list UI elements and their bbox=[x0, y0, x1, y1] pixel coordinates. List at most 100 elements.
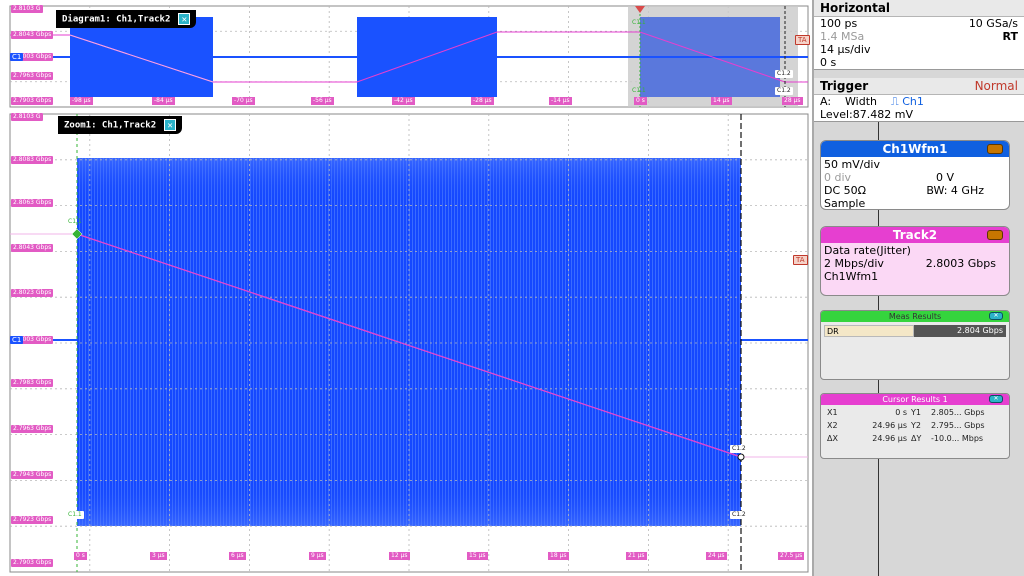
zoom-x-tick-9: 27.5 µs bbox=[778, 552, 804, 560]
overview-x-tick-2: -70 µs bbox=[232, 97, 255, 105]
zoom-y-tick-10: 2.7903 Gbps bbox=[11, 559, 53, 567]
ch1-card[interactable]: Ch1Wfm1 50 mV/div 0 div 0 V DC 50Ω BW: 4… bbox=[820, 140, 1010, 210]
trigger-source-prefix: A: bbox=[820, 95, 831, 108]
horizontal-sample-rate: 10 GSa/s bbox=[969, 17, 1018, 30]
zoom-y-tick-2: 2.8063 Gbps bbox=[11, 199, 53, 207]
cursor-x1-label: X1 bbox=[827, 408, 845, 417]
track2-card[interactable]: Track2 Data rate(Jitter) 2 Mbps/div 2.80… bbox=[820, 226, 1010, 296]
overview-cursor-label-3: C1.1 bbox=[630, 87, 648, 95]
overview-title[interactable]: Diagram1: Ch1,Track2 ✕ bbox=[56, 10, 196, 28]
horizontal-scale: 14 µs/div bbox=[820, 43, 870, 56]
zoom-x-tick-1: 3 µs bbox=[150, 552, 167, 560]
track2-card-header[interactable]: Track2 bbox=[821, 227, 1009, 243]
track2-card-title: Track2 bbox=[893, 228, 937, 242]
ch1-bandwidth: BW: 4 GHz bbox=[926, 184, 984, 197]
track2-source: Ch1Wfm1 bbox=[824, 270, 1006, 283]
zoom-x-tick-4: 12 µs bbox=[389, 552, 410, 560]
zoom-trigger-marker[interactable]: TA bbox=[793, 255, 808, 265]
ch1-menu-button[interactable] bbox=[987, 144, 1003, 154]
zoom-ch-marker[interactable]: C1 bbox=[10, 336, 23, 344]
overview-x-tick-4: -42 µs bbox=[392, 97, 415, 105]
ch1-acquisition: Sample bbox=[824, 197, 1006, 210]
ch1-coupling-row: DC 50Ω BW: 4 GHz bbox=[824, 184, 984, 197]
ch1-scale: 50 mV/div bbox=[824, 158, 1006, 171]
horizontal-row-3: 14 µs/div bbox=[814, 43, 1024, 56]
cursor-dx-label: ΔX bbox=[827, 434, 845, 443]
trigger-level: Level:87.482 mV bbox=[820, 108, 913, 121]
zoom-x-tick-0: 0 s bbox=[74, 552, 87, 560]
trigger-section[interactable]: Trigger Normal A: Width ⎍ Ch1 Level:87.4… bbox=[814, 78, 1024, 122]
track2-menu-button[interactable] bbox=[987, 230, 1003, 240]
horizontal-record-length: 1.4 MSa bbox=[820, 30, 864, 43]
ch1-card-header[interactable]: Ch1Wfm1 bbox=[821, 141, 1009, 157]
trigger-title: Trigger bbox=[820, 79, 868, 93]
cursor-dy-value: -10.0... Mbps bbox=[931, 434, 987, 443]
trigger-row-2: Level:87.482 mV bbox=[814, 108, 1024, 121]
zoom-y-tick-8: 2.7943 Gbps bbox=[11, 471, 53, 479]
overview-diagram[interactable]: Diagram1: Ch1,Track2✕ 2.8103 G2.8043 Gbp… bbox=[0, 0, 812, 112]
overview-x-tick-1: -84 µs bbox=[152, 97, 175, 105]
close-icon[interactable]: ✕ bbox=[989, 312, 1003, 320]
zoom-diagram[interactable]: Zoom1: Ch1,Track2✕ 2.8103 G2.8083 Gbps2.… bbox=[0, 112, 812, 576]
horizontal-row-4: 0 s bbox=[814, 56, 1024, 69]
overview-x-tick-8: 14 µs bbox=[711, 97, 732, 105]
horizontal-position: 0 s bbox=[820, 56, 836, 69]
cursor-results-header[interactable]: Cursor Results 1 ✕ bbox=[821, 394, 1009, 405]
right-panel: Horizontal 100 ps 10 GSa/s 1.4 MSa RT 14… bbox=[812, 0, 1024, 576]
zoom-y-tick-4: 2.8023 Gbps bbox=[11, 289, 53, 297]
zoom-y-tick-9: 2.7923 Gbps bbox=[11, 516, 53, 524]
overview-trigger-marker[interactable]: TA bbox=[795, 35, 810, 45]
horizontal-section[interactable]: Horizontal 100 ps 10 GSa/s 1.4 MSa RT 14… bbox=[814, 0, 1024, 70]
overview-x-tick-3: -56 µs bbox=[311, 97, 334, 105]
zoom-cursor-2-marker bbox=[738, 454, 744, 460]
zoom-cursor-label-2: C1.2 bbox=[730, 445, 748, 453]
zoom-x-tick-8: 24 µs bbox=[706, 552, 727, 560]
width-trigger-icon: ⎍ bbox=[891, 95, 902, 108]
horizontal-mode: RT bbox=[1003, 30, 1018, 43]
zoom-y-tick-3: 2.8043 Gbps bbox=[11, 244, 53, 252]
ch1-offset-div: 0 div bbox=[824, 171, 851, 184]
zoom-y-tick-6: 2.7983 Gbps bbox=[11, 379, 53, 387]
trigger-header: Trigger Normal bbox=[814, 78, 1024, 95]
ch1-card-body: 50 mV/div 0 div 0 V DC 50Ω BW: 4 GHz Sam… bbox=[821, 157, 1009, 210]
meas-result-value: 2.804 Gbps bbox=[914, 325, 1006, 337]
zoom-x-tick-3: 9 µs bbox=[309, 552, 326, 560]
overview-y-tick-3: 2.7963 Gbps bbox=[11, 72, 53, 80]
ch1-offset-row: 0 div 0 V bbox=[824, 171, 954, 184]
overview-cursor-label-1: C1.1 bbox=[630, 19, 648, 27]
cursor-y2-label: Y2 bbox=[911, 421, 927, 430]
track2-card-body: Data rate(Jitter) 2 Mbps/div 2.8003 Gbps… bbox=[821, 243, 1009, 284]
zoom-plot[interactable] bbox=[0, 112, 812, 576]
zoom-y-tick-7: 2.7963 Gbps bbox=[11, 425, 53, 433]
cursor-y1-label: Y1 bbox=[911, 408, 927, 417]
overview-title-label: Diagram1: Ch1,Track2 bbox=[62, 15, 170, 25]
overview-ch-marker[interactable]: C1 bbox=[10, 53, 23, 61]
meas-results-card[interactable]: Meas Results ✕ DR 2.804 Gbps bbox=[820, 310, 1010, 380]
close-icon[interactable]: ✕ bbox=[164, 119, 176, 131]
track2-scale-row: 2 Mbps/div 2.8003 Gbps bbox=[824, 257, 996, 270]
meas-results-title: Meas Results bbox=[889, 312, 941, 321]
close-icon[interactable]: ✕ bbox=[178, 13, 190, 25]
ch1-offset: 0 V bbox=[936, 171, 954, 184]
overview-cursor-label-2: C1.2 bbox=[775, 70, 793, 78]
ch1-coupling: DC 50Ω bbox=[824, 184, 866, 197]
close-icon[interactable]: ✕ bbox=[989, 395, 1003, 403]
zoom-title[interactable]: Zoom1: Ch1,Track2✕ bbox=[58, 116, 182, 134]
cursor-results-grid: X1 0 s Y1 2.805... Gbps X2 24.96 µs Y2 2… bbox=[821, 405, 1009, 446]
overview-x-tick-7: 0 s bbox=[634, 97, 647, 105]
meas-result-label: DR bbox=[824, 325, 914, 337]
ch1-card-title: Ch1Wfm1 bbox=[882, 142, 947, 156]
zoom-x-tick-7: 21 µs bbox=[626, 552, 647, 560]
zoom-y-tick-1: 2.8083 Gbps bbox=[11, 156, 53, 164]
overview-x-tick-9: 28 µs bbox=[782, 97, 803, 105]
meas-results-header[interactable]: Meas Results ✕ bbox=[821, 311, 1009, 322]
track2-measurement: Data rate(Jitter) bbox=[824, 244, 1006, 257]
meas-result-row: DR 2.804 Gbps bbox=[824, 324, 1006, 337]
horizontal-row-2: 1.4 MSa RT bbox=[814, 30, 1024, 43]
trigger-source-label: Ch1 bbox=[902, 95, 924, 108]
track2-scale: 2 Mbps/div bbox=[824, 257, 884, 270]
cursor-results-card[interactable]: Cursor Results 1 ✕ X1 0 s Y1 2.805... Gb… bbox=[820, 393, 1010, 459]
overview-y-tick-4: 2.7903 Gbps bbox=[11, 97, 53, 105]
zoom-x-tick-5: 15 µs bbox=[467, 552, 488, 560]
overview-x-tick-0: -98 µs bbox=[70, 97, 93, 105]
